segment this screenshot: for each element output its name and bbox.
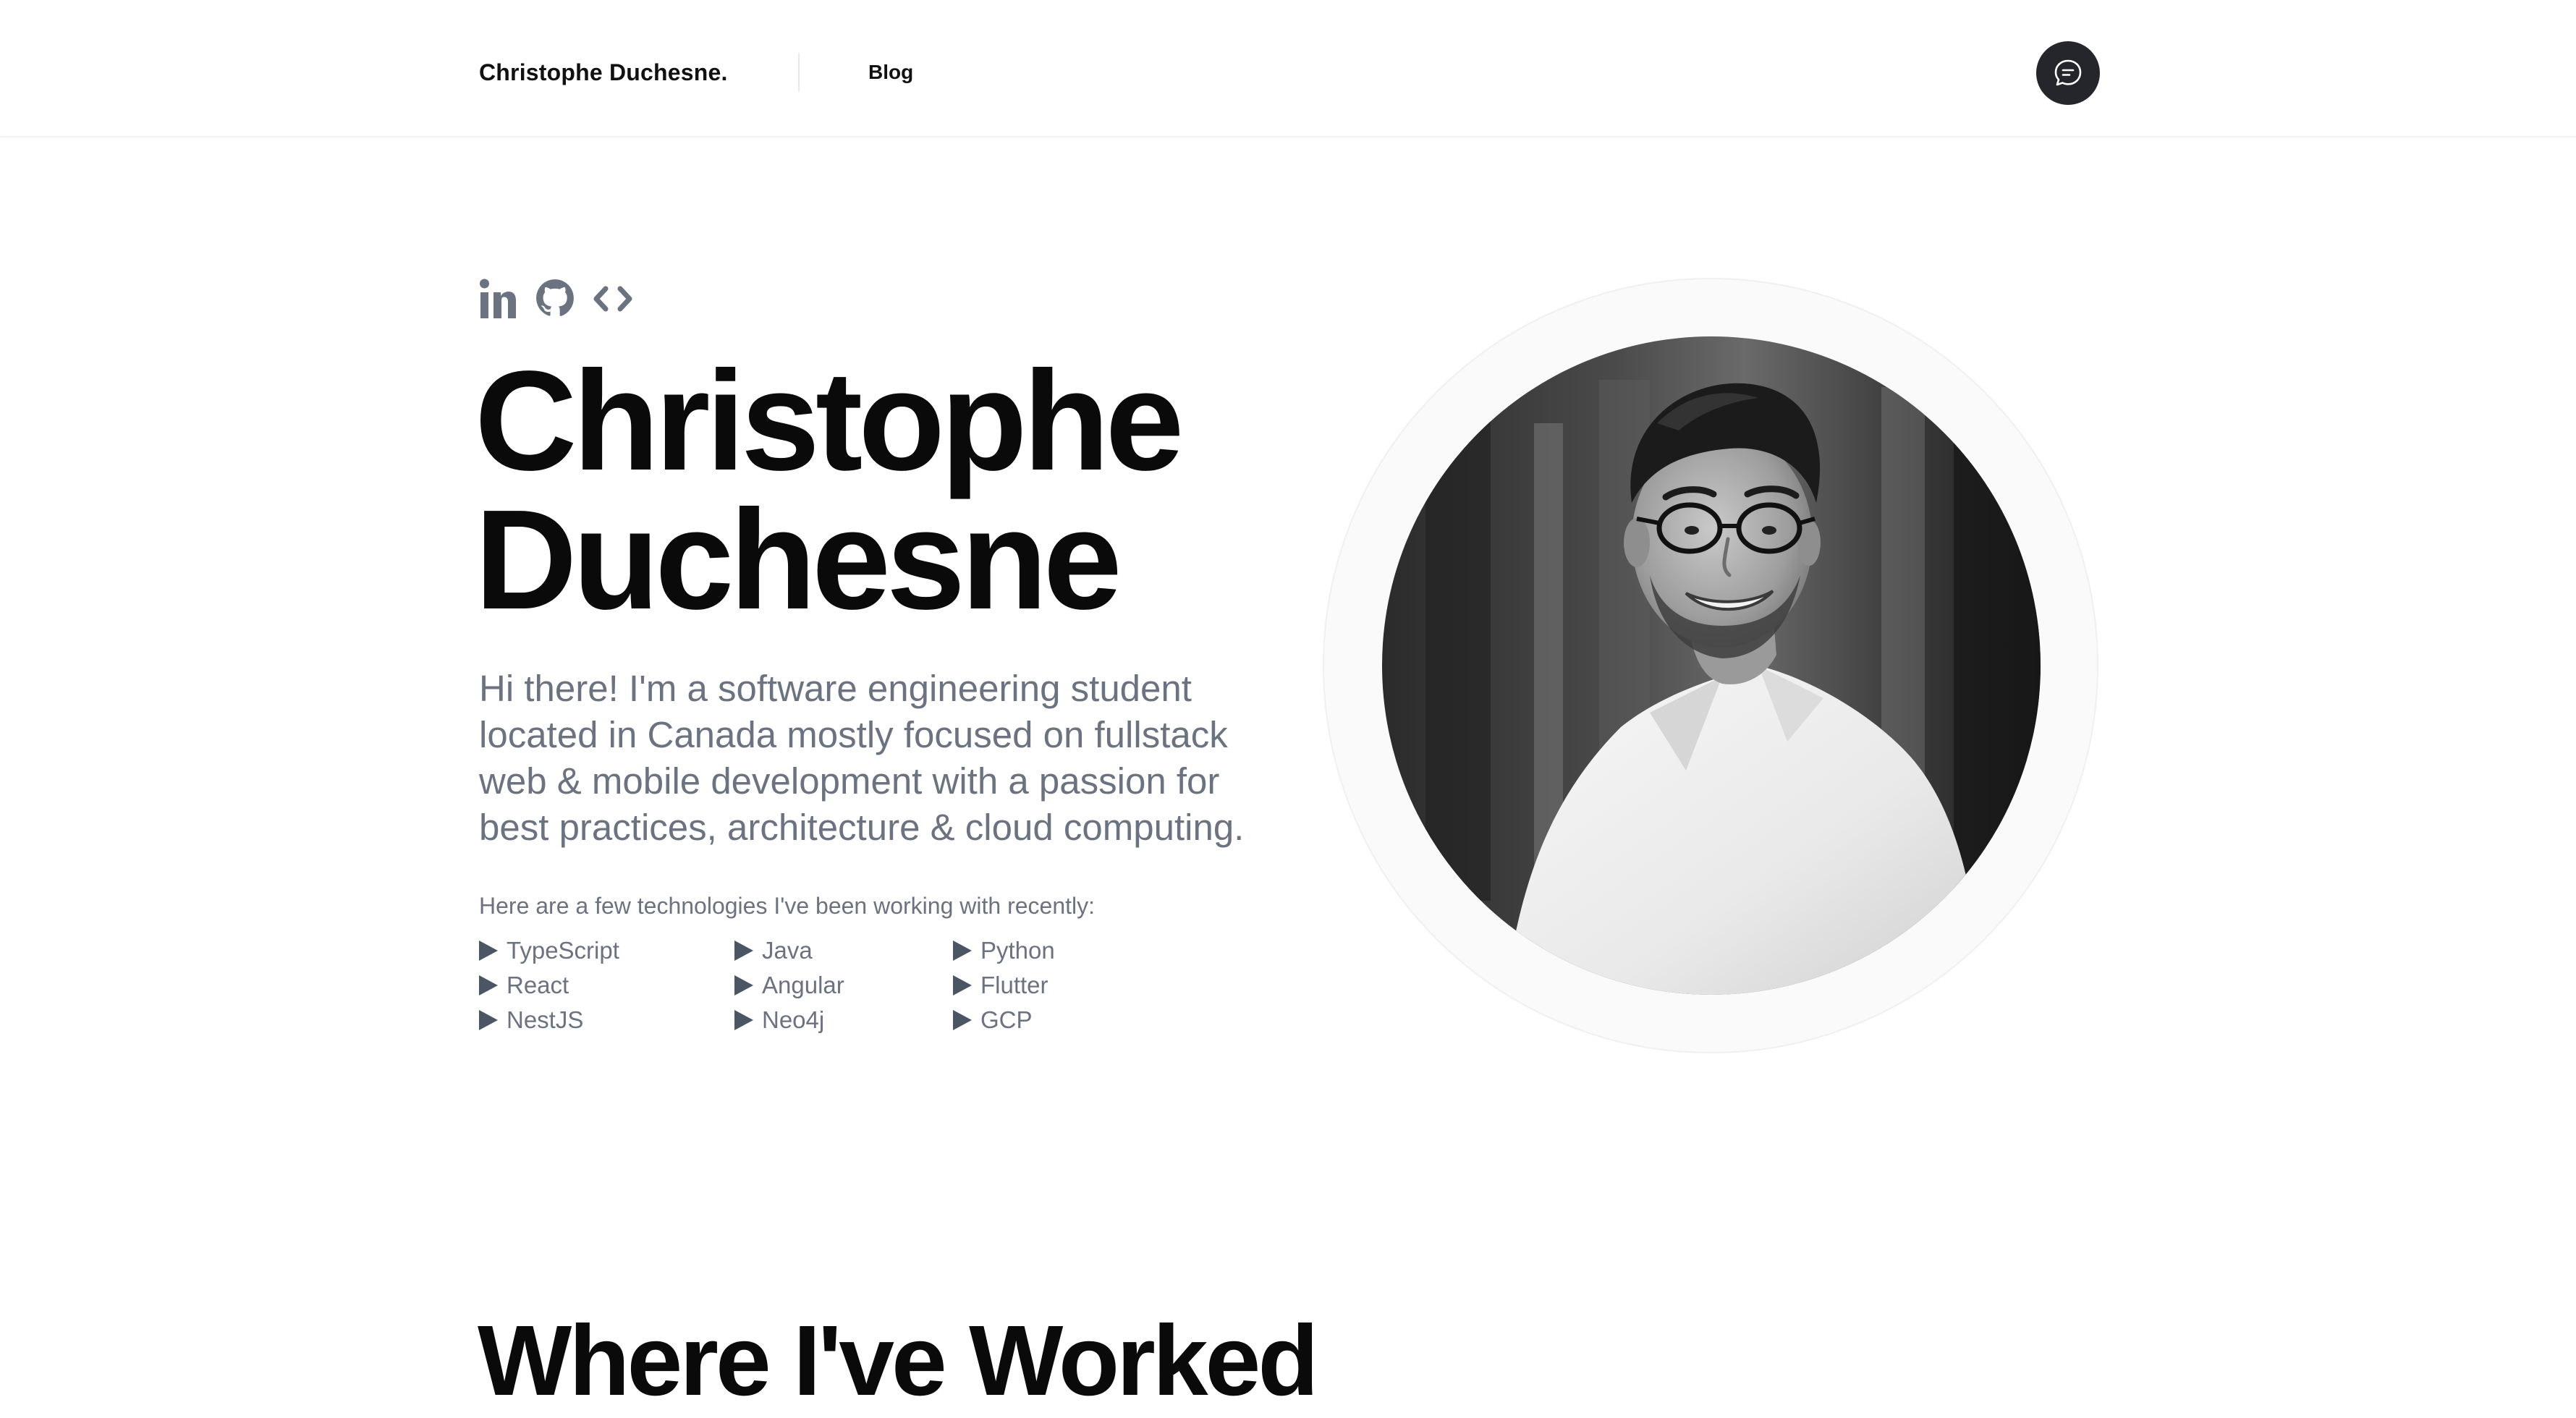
tech-label: Java <box>762 937 813 964</box>
technologies-intro: Here are a few technologies I've been wo… <box>479 893 1095 919</box>
triangle-bullet-icon <box>734 1010 753 1030</box>
linkedin-icon <box>480 279 516 318</box>
tech-label: Flutter <box>980 972 1048 998</box>
triangle-bullet-icon <box>953 941 972 961</box>
tech-item: TypeScript <box>479 933 619 968</box>
profile-photo-illustration <box>1382 336 2041 995</box>
tech-label: React <box>507 972 569 998</box>
brand-logo-link[interactable]: Christophe Duchesne. <box>479 56 728 88</box>
linkedin-link[interactable] <box>479 278 517 320</box>
tech-item: NestJS <box>479 1003 583 1037</box>
github-link[interactable] <box>535 278 575 318</box>
tech-label: Python <box>980 937 1055 964</box>
tech-item: Angular <box>734 968 844 1003</box>
code-link[interactable] <box>593 278 632 320</box>
tech-item: Neo4j <box>734 1003 824 1037</box>
tech-label: Angular <box>762 972 844 998</box>
triangle-bullet-icon <box>479 975 498 995</box>
tech-label: GCP <box>980 1006 1033 1033</box>
chat-bubble-icon <box>2054 59 2082 86</box>
header-divider <box>798 54 800 91</box>
triangle-bullet-icon <box>953 1010 972 1030</box>
tech-label: TypeScript <box>507 937 619 964</box>
tech-item: GCP <box>953 1003 1033 1037</box>
tech-item: Python <box>953 933 1055 968</box>
hero-first-name: Christophe <box>475 341 1184 500</box>
tech-item: Flutter <box>953 968 1048 1003</box>
triangle-bullet-icon <box>953 975 972 995</box>
code-icon <box>593 286 632 312</box>
hero-intro: Hi there! I'm a software engineering stu… <box>479 668 1245 848</box>
tech-item: React <box>479 968 569 1003</box>
tech-label: Neo4j <box>762 1006 825 1033</box>
profile-photo <box>1382 336 2041 995</box>
tech-label: NestJS <box>507 1006 584 1033</box>
hero-name: Christophe Duchesne <box>475 341 1271 639</box>
site-header: Christophe Duchesne. Blog <box>0 0 2576 137</box>
triangle-bullet-icon <box>479 941 498 961</box>
github-icon <box>536 279 574 316</box>
nav-link-blog[interactable]: Blog <box>868 59 913 85</box>
hero-last-name: Duchesne <box>475 480 1122 639</box>
tech-item: Java <box>734 933 813 968</box>
chat-button[interactable] <box>2036 41 2100 105</box>
triangle-bullet-icon <box>479 1010 498 1030</box>
technologies-list: TypeScript Java Python React Angular Flu… <box>479 933 1130 1042</box>
triangle-bullet-icon <box>734 941 753 961</box>
experience-section-heading: Where I've Worked <box>478 1305 1319 1417</box>
triangle-bullet-icon <box>734 975 753 995</box>
